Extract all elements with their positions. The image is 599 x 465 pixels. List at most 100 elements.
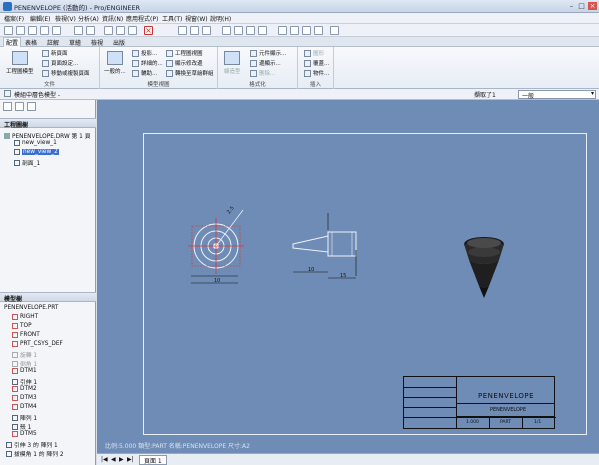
folder-icon[interactable] <box>15 102 24 111</box>
prev-page-icon[interactable]: ◀ <box>111 456 116 463</box>
menu-applications[interactable]: 應用程式(P) <box>126 14 158 23</box>
component-display-button[interactable]: 元件顯示... <box>250 49 286 57</box>
tree-item-csys[interactable]: PRT_CSYS_DEF <box>12 341 63 347</box>
tree-item-drawing[interactable]: PENENVELOPE.DRW 第 1 頁 <box>4 131 91 140</box>
tab-publish[interactable]: 出版 <box>113 38 125 47</box>
first-page-icon[interactable]: |◀ <box>101 456 108 463</box>
move-copy-page-button[interactable]: 移動或複製頁面 <box>42 69 90 77</box>
tree-item-revolve[interactable]: 旋轉 1 <box>12 350 37 359</box>
show-modified-edges-button[interactable]: 顯示修改邊 <box>166 59 203 67</box>
next-page-icon[interactable]: ▶ <box>119 456 124 463</box>
help-icon[interactable] <box>330 26 339 35</box>
zoom-in-icon[interactable] <box>222 26 231 35</box>
view-isometric[interactable] <box>464 237 504 298</box>
model-tree-icon[interactable] <box>3 102 12 111</box>
tree-item-dtm1[interactable]: DTM1 <box>12 368 37 374</box>
view-icon <box>14 140 20 146</box>
menu-tools[interactable]: 工具(T) <box>162 14 182 23</box>
detailed-button[interactable]: 詳細的... <box>132 59 163 67</box>
general-view-button[interactable]: 一般的... <box>104 51 126 75</box>
delete-format-button[interactable]: 刪除... <box>250 69 275 77</box>
drawing-model-button[interactable]: 工程圖模型 <box>6 51 34 75</box>
tree-item-dtm4[interactable]: DTM4 <box>12 404 37 410</box>
filter-dropdown[interactable]: 一般 ▾ <box>518 90 596 100</box>
view-front-circular[interactable]: 10 2.5 <box>188 205 244 284</box>
repaint-icon[interactable] <box>258 26 267 35</box>
tree-item-dtm3[interactable]: DTM3 <box>12 395 37 401</box>
open-icon[interactable] <box>16 26 25 35</box>
regenerate-icon[interactable] <box>178 26 187 35</box>
menu-view[interactable]: 檢視(V) <box>55 14 76 23</box>
copy-icon[interactable] <box>116 26 125 35</box>
menu-info[interactable]: 資訊(N) <box>102 14 123 23</box>
graphic-button[interactable]: 圖形 <box>304 49 324 57</box>
last-page-icon[interactable]: ▶| <box>127 456 134 463</box>
tab-review[interactable]: 檢視 <box>91 38 103 47</box>
tab-sketch[interactable]: 草繪 <box>69 38 81 47</box>
tree-item-extrude1[interactable]: 引伸 1 <box>12 377 37 386</box>
tree-item-top[interactable]: TOP <box>12 323 32 329</box>
search-icon[interactable] <box>190 26 199 35</box>
datum-axes-icon[interactable] <box>290 26 299 35</box>
edge-display-button[interactable]: 邊顯示... <box>250 59 281 67</box>
zoom-out-icon[interactable] <box>234 26 243 35</box>
tree-item-view1[interactable]: new_view_1 <box>14 140 57 146</box>
refit-icon[interactable] <box>246 26 255 35</box>
object-button[interactable]: 物件... <box>304 69 329 77</box>
new-page-button[interactable]: 新頁面 <box>42 49 68 57</box>
redo-icon[interactable] <box>86 26 95 35</box>
favorites-icon[interactable] <box>27 102 36 111</box>
tree-item-chamfer[interactable]: 倒角 1 <box>12 359 37 368</box>
csys-icon[interactable] <box>314 26 323 35</box>
menu-window[interactable]: 視窗(W) <box>185 14 208 23</box>
datum-points-icon[interactable] <box>302 26 311 35</box>
tab-table[interactable]: 表格 <box>25 38 37 47</box>
overlay-button[interactable]: 覆蓋... <box>304 59 329 67</box>
drawing-tree-header[interactable]: 工程圖樹 <box>0 118 96 129</box>
tree-item-extrude3-pattern[interactable]: 引伸 3 的 陣列 1 <box>6 440 58 449</box>
tree-item-right[interactable]: RIGHT <box>12 314 38 320</box>
drawing-canvas[interactable]: 10 2.5 10 15 PENENVELOPE PENENVELOPE 1.0… <box>97 100 599 453</box>
tree-item-front[interactable]: FRONT <box>12 332 40 338</box>
model-icon <box>4 90 11 97</box>
tab-page-1[interactable]: 頁面 1 <box>139 455 167 465</box>
page-setup-button[interactable]: 頁面設定... <box>42 59 78 67</box>
drawing-view-button[interactable]: 工程圖視圖 <box>166 49 203 57</box>
delete-icon[interactable]: × <box>144 26 153 35</box>
tree-item-shell1[interactable]: 殼 1 <box>12 422 31 431</box>
select-icon[interactable] <box>202 26 211 35</box>
email-icon[interactable] <box>52 26 61 35</box>
tree-item-view2[interactable]: new_view_2 <box>14 149 59 155</box>
menu-help[interactable]: 說明(H) <box>210 14 231 23</box>
tree-item-section[interactable]: 剖面_1 <box>14 158 40 167</box>
tree-item-dtm5[interactable]: DTM5 <box>12 431 37 437</box>
menu-analysis[interactable]: 分析(A) <box>78 14 99 23</box>
tree-item-pattern1[interactable]: 陣列 1 <box>12 413 37 422</box>
tree-item-part[interactable]: PENENVELOPE.PRT <box>4 305 58 311</box>
menu-file[interactable]: 檔案(F) <box>4 14 24 23</box>
tab-layout[interactable]: 配置 <box>3 37 22 47</box>
minimize-icon[interactable]: – <box>567 2 576 10</box>
auxiliary-button[interactable]: 輔助... <box>132 69 157 77</box>
save-icon[interactable] <box>28 26 37 35</box>
maximize-icon[interactable]: □ <box>577 2 586 10</box>
group-label-document: 文件 <box>43 82 55 88</box>
tab-annotate[interactable]: 註解 <box>47 38 59 47</box>
title-block[interactable]: PENENVELOPE PENENVELOPE 1.000 PART 1/1 <box>403 376 556 429</box>
cut-icon[interactable] <box>104 26 113 35</box>
convert-sketch-group-button[interactable]: 轉換至草繪群組 <box>166 69 214 77</box>
print-icon[interactable] <box>40 26 49 35</box>
new-icon[interactable] <box>4 26 13 35</box>
view-side[interactable]: 10 15 <box>292 213 357 279</box>
tree-item-draft-pattern[interactable]: 拔模角 1 的 陣列 2 <box>6 449 64 458</box>
menu-edit[interactable]: 編輯(E) <box>30 14 50 23</box>
datum-planes-icon[interactable] <box>278 26 287 35</box>
close-icon[interactable]: × <box>588 2 597 10</box>
projection-button[interactable]: 投影... <box>132 49 157 57</box>
undo-icon[interactable] <box>74 26 83 35</box>
pattern-icon <box>6 441 12 448</box>
line-style-button[interactable]: 線造型 <box>224 51 241 75</box>
model-tree-header[interactable]: 模型樹 <box>0 292 96 303</box>
tree-item-dtm2[interactable]: DTM2 <box>12 386 37 392</box>
paste-icon[interactable] <box>128 26 137 35</box>
